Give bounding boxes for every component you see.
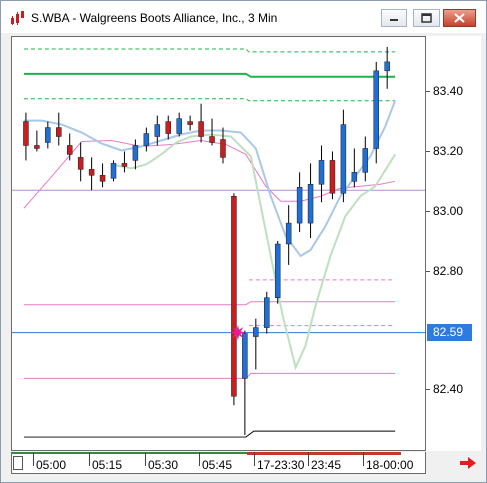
pink-lower-line [23,372,396,379]
time-separator [254,452,255,466]
up-candle [253,327,259,337]
time-separator [89,452,90,466]
time-label: 18-00:00 [366,458,414,472]
up-candle [362,148,369,173]
up-candle [264,297,270,328]
up-candle [45,127,51,143]
down-candle [66,145,73,155]
down-candle [77,157,84,170]
price-axis: 83.40 83.20 83.00 82.80 82.40 82.59 [426,36,481,451]
down-candle [56,127,62,137]
chart-app-icon [11,11,24,25]
time-label: 05:30 [148,458,179,472]
window-title: S.WBA - Walgreens Boots Alliance, Inc., … [31,11,278,25]
time-label: 17-23:30 [257,458,305,472]
scroll-handle[interactable] [13,456,23,470]
tick-mark [426,151,430,152]
time-separator [199,452,200,466]
price-tick: 83.20 [433,144,464,158]
trade-marker [229,324,246,341]
price-chart[interactable] [11,36,426,451]
session-bar-green [12,452,247,454]
tick-mark [426,271,430,272]
up-candle [285,222,292,245]
price-tick: 82.80 [433,264,464,278]
time-label: 23:45 [311,458,342,472]
up-candle [154,124,161,137]
up-candle [340,124,347,194]
down-candle [209,136,215,143]
up-candle [384,61,390,72]
close-icon [454,13,465,23]
black-level-line [23,430,396,438]
up-candle [143,133,150,146]
last-price-tag: 82.59 [427,324,472,341]
time-label: 05:45 [202,458,233,472]
up-candle [351,172,358,182]
minimize-button[interactable] [381,9,407,27]
up-candle [132,145,139,161]
maximize-button[interactable] [413,9,440,27]
up-candle [307,184,314,224]
close-button[interactable] [443,9,476,27]
down-candle [23,121,29,146]
maximize-icon [421,13,432,23]
time-separator [145,452,146,466]
up-candle [318,160,325,185]
up-candle [176,118,182,134]
green-level-line [23,72,396,78]
down-candle [165,121,171,134]
down-candle [220,139,226,158]
up-candle [296,187,303,224]
chart-window: S.WBA - Walgreens Boots Alliance, Inc., … [0,0,487,483]
up-candle [110,163,117,179]
down-candle [121,163,128,167]
time-separator [308,452,309,466]
tick-mark [426,211,430,212]
time-separator [33,452,34,466]
time-label: 05:15 [92,458,123,472]
down-candle [329,160,336,194]
down-candle [88,169,95,176]
tick-mark [426,389,430,390]
lower-green-band-line [23,98,396,102]
minimize-icon [390,19,398,21]
tick-mark [426,91,430,92]
down-candle [34,145,40,149]
time-label: 05:00 [36,458,67,472]
up-candle [242,333,248,379]
time-separator [363,452,364,466]
upper-band-line [23,48,396,53]
price-tick: 83.00 [433,204,464,218]
down-candle [231,195,237,397]
arrow-right-icon[interactable] [458,456,478,470]
down-candle [198,121,204,137]
down-candle [187,121,193,125]
session-bar-red [247,452,401,455]
price-tick: 83.40 [433,84,464,98]
time-axis[interactable]: 05:00 05:15 05:30 05:45 17-23:30 23:45 1… [11,452,426,474]
price-tick: 82.40 [433,382,464,396]
up-candle [373,70,379,149]
down-candle [99,175,106,182]
up-candle [274,243,281,298]
title-bar[interactable]: S.WBA - Walgreens Boots Alliance, Inc., … [1,1,486,33]
pink-level-line [23,301,396,306]
